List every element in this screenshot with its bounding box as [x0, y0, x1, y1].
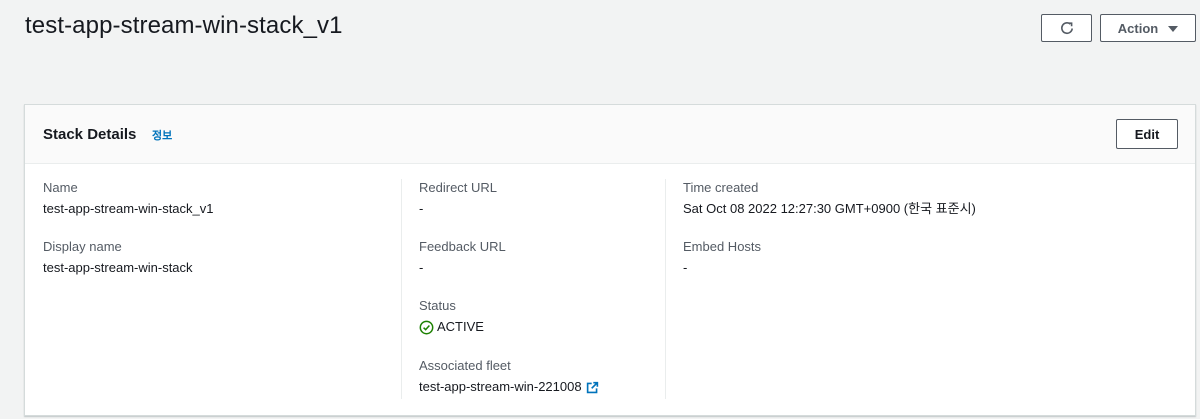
refresh-icon: [1060, 22, 1073, 35]
display-name-value: test-app-stream-win-stack: [43, 260, 193, 275]
action-button-label: Action: [1117, 20, 1159, 36]
display-name-field: Display name test-app-stream-win-stack: [43, 239, 193, 276]
caret-down-icon: [1168, 26, 1179, 32]
panel-header: Stack Details 정보 Edit: [25, 105, 1195, 164]
embed-hosts-label: Embed Hosts: [683, 239, 762, 254]
external-link-icon: [586, 381, 598, 393]
info-link[interactable]: 정보: [152, 127, 172, 143]
name-field: Name test-app-stream-win-stack_v1: [43, 180, 214, 217]
associated-fleet-field: Associated fleet test-app-stream-win-221…: [419, 358, 599, 395]
time-created-value: Sat Oct 08 2022 12:27:30 GMT+0900 (한국 표준…: [683, 201, 976, 216]
redirect-url-value: -: [419, 201, 424, 216]
time-created-field: Time created Sat Oct 08 2022 12:27:30 GM…: [683, 180, 976, 217]
feedback-url-label: Feedback URL: [419, 239, 506, 254]
column-divider: [401, 179, 402, 399]
name-value: test-app-stream-win-stack_v1: [43, 201, 214, 216]
display-name-label: Display name: [43, 239, 122, 254]
time-created-label: Time created: [683, 180, 759, 195]
name-label: Name: [43, 180, 78, 195]
action-dropdown-button[interactable]: Action: [1100, 14, 1196, 42]
embed-hosts-field: Embed Hosts -: [683, 239, 761, 276]
panel-title: Stack Details: [43, 126, 137, 143]
status-label: Status: [419, 298, 456, 313]
associated-fleet-label: Associated fleet: [419, 358, 511, 373]
status-text: ACTIVE: [437, 319, 484, 334]
refresh-button[interactable]: [1041, 14, 1092, 42]
status-value: ACTIVE: [419, 319, 484, 335]
feedback-url-field: Feedback URL -: [419, 239, 506, 276]
page-title: test-app-stream-win-stack_v1: [25, 12, 343, 39]
stack-details-panel: Stack Details 정보 Edit Name test-app-stre…: [24, 104, 1196, 416]
associated-fleet-link[interactable]: test-app-stream-win-221008: [419, 379, 599, 395]
column-divider: [665, 179, 666, 399]
edit-button[interactable]: Edit: [1116, 119, 1178, 149]
feedback-url-value: -: [419, 260, 424, 275]
redirect-url-field: Redirect URL -: [419, 180, 497, 217]
embed-hosts-value: -: [683, 260, 688, 275]
status-field: Status ACTIVE: [419, 298, 484, 335]
redirect-url-label: Redirect URL: [419, 180, 498, 195]
associated-fleet-text[interactable]: test-app-stream-win-221008: [419, 379, 582, 395]
check-circle-icon: [419, 320, 434, 334]
